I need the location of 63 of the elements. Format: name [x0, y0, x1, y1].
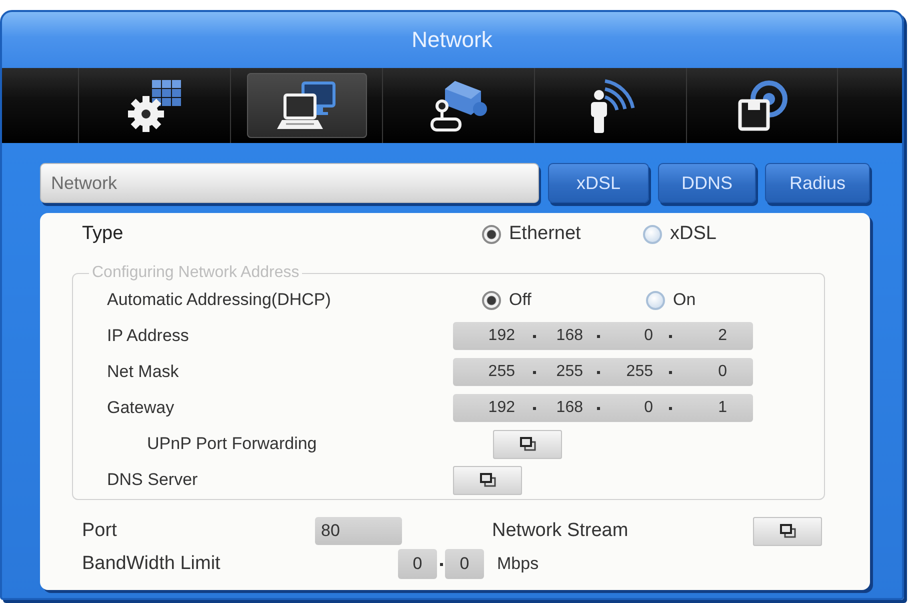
- tab[interactable]: Network: [40, 163, 539, 203]
- radio-label: Off: [509, 290, 532, 310]
- field-label: UPnP Port Forwarding: [147, 434, 318, 454]
- octet-value: 255: [556, 363, 583, 381]
- toolbar-button[interactable]: [246, 73, 366, 138]
- dot-separator-icon: [596, 370, 600, 374]
- popup-button[interactable]: [753, 516, 822, 546]
- dot-separator-icon: [440, 562, 443, 566]
- octet-value: 0: [644, 327, 653, 345]
- field-label: Net Mask: [107, 362, 180, 382]
- octet-value: 0: [644, 399, 653, 417]
- overlapping-squares-icon: [780, 524, 796, 538]
- octet-value: 168: [556, 327, 583, 345]
- dot-separator-icon: [596, 406, 600, 410]
- octet-value: 2: [718, 327, 727, 345]
- window-title: Network: [412, 27, 492, 53]
- dot-separator-icon: [668, 334, 672, 338]
- radio-button[interactable]: [482, 290, 501, 310]
- octet-value: 255: [488, 363, 515, 381]
- dot-separator-icon: [532, 370, 536, 374]
- octet-value: 255: [626, 363, 653, 381]
- dot-separator-icon: [596, 334, 600, 338]
- dot-separator-icon: [668, 370, 672, 374]
- octet-value: 0: [718, 363, 727, 381]
- popup-button[interactable]: [493, 430, 562, 458]
- tab[interactable]: Radius: [765, 163, 870, 203]
- ip-address-field[interactable]: 192 168 0 2: [453, 322, 753, 350]
- field-label: IP Address: [107, 326, 190, 346]
- field-label: Gateway: [107, 398, 176, 418]
- camera-joystick-icon: [428, 78, 488, 132]
- overlapping-squares-icon: [480, 473, 496, 487]
- overlapping-squares-icon: [520, 437, 536, 451]
- bandwidth-label: BandWidth Limit: [82, 553, 222, 575]
- ip-address-field[interactable]: 192 168 0 1: [453, 394, 753, 422]
- bandwidth-field[interactable]: 0: [445, 549, 484, 579]
- field-label: Automatic Addressing(DHCP): [107, 290, 332, 310]
- ip-address-field[interactable]: 255 255 255 0: [453, 358, 753, 386]
- radio-button[interactable]: [643, 224, 662, 244]
- group-legend: Configuring Network Address: [89, 264, 302, 282]
- network-stream-label: Network Stream: [492, 520, 630, 542]
- radio-button[interactable]: [482, 224, 501, 244]
- radio-button[interactable]: [646, 290, 665, 310]
- type-label: Type: [82, 223, 124, 245]
- bandwidth-field[interactable]: 0: [398, 549, 437, 579]
- octet-value: 192: [488, 327, 515, 345]
- computers-icon: [276, 80, 336, 130]
- gear-grid-icon: [126, 78, 182, 132]
- tab[interactable]: DDNS: [658, 163, 756, 203]
- field-label: DNS Server: [107, 470, 199, 490]
- octet-value: 192: [488, 399, 515, 417]
- port-field[interactable]: 80: [315, 517, 402, 545]
- radio-label: On: [673, 290, 696, 310]
- tab[interactable]: xDSL: [548, 163, 649, 203]
- unit-label: Mbps: [497, 554, 539, 574]
- radio-label: Ethernet: [509, 223, 581, 245]
- dot-separator-icon: [532, 334, 536, 338]
- octet-value: 168: [556, 399, 583, 417]
- octet-value: 1: [718, 399, 727, 417]
- radio-label: xDSL: [670, 223, 716, 245]
- dot-separator-icon: [668, 406, 672, 410]
- port-label: Port: [82, 520, 118, 542]
- dot-separator-icon: [532, 406, 536, 410]
- popup-button[interactable]: [453, 466, 522, 494]
